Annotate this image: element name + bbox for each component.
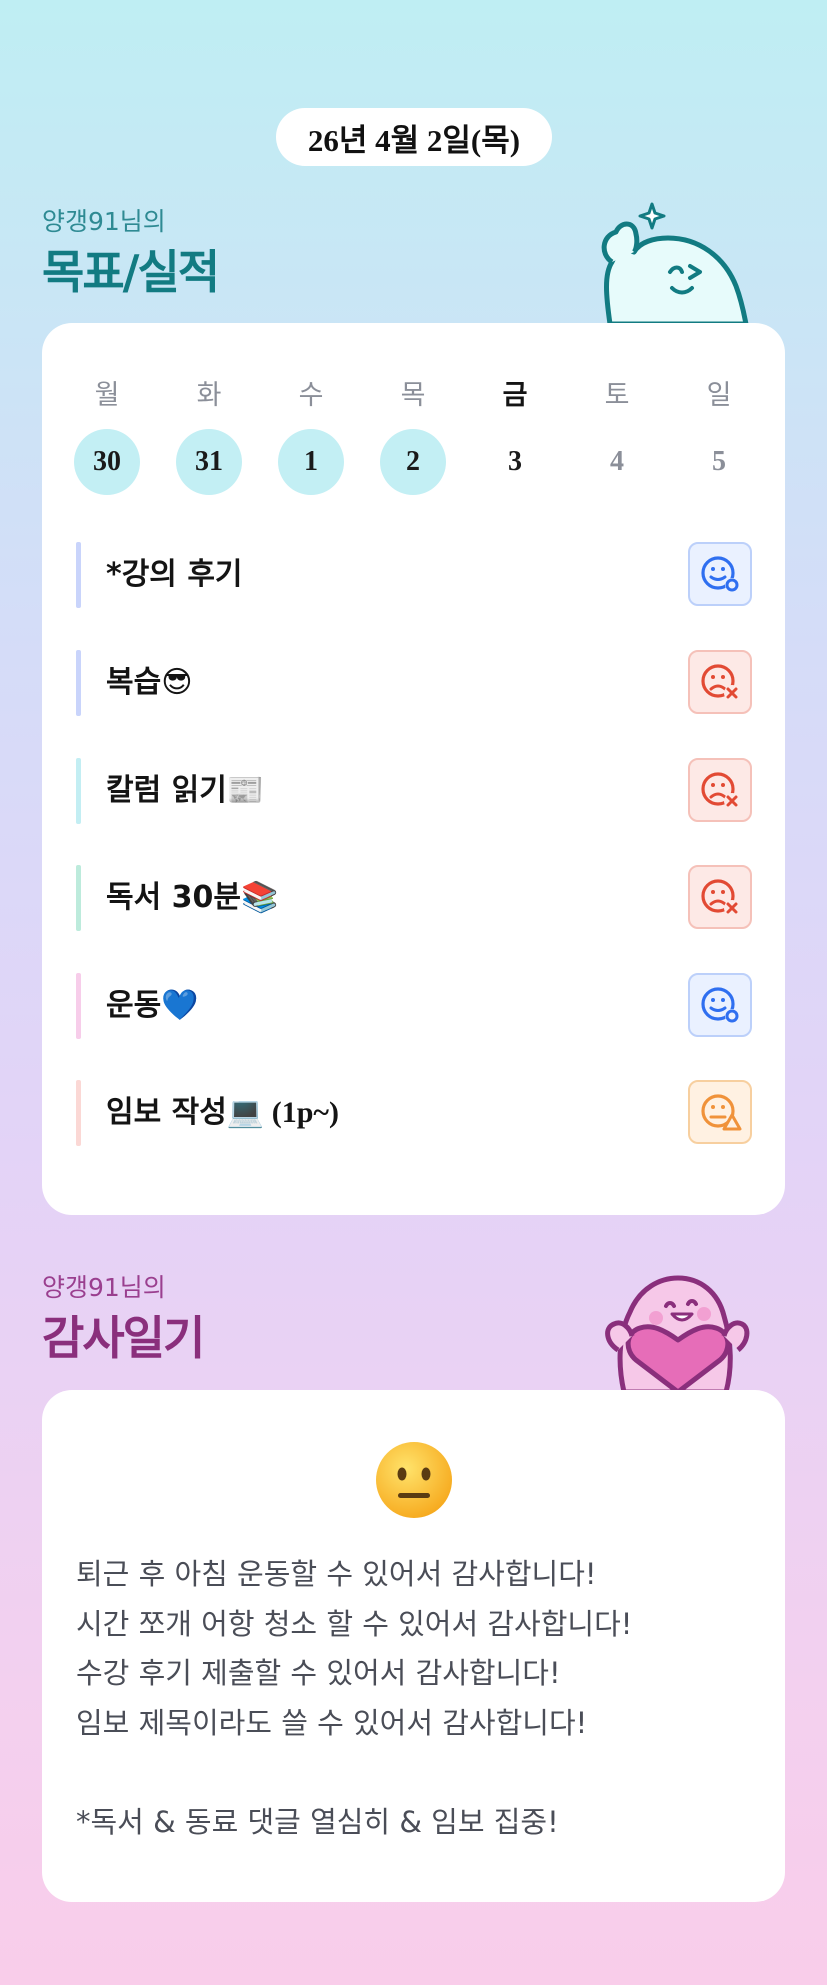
sunglasses-emoji-icon: 😎 [161,665,193,700]
goal-label: 독서 30분📚 [106,865,278,931]
status-button-smile-check[interactable] [688,973,752,1037]
day-name: 금 [502,380,528,411]
smile-check-icon [701,987,739,1023]
frown-x-icon [701,772,740,809]
thanks-title: 감사일기 [42,1311,205,1365]
goal-row[interactable]: 복습😎 [76,650,752,716]
goal-text: 복습 [106,665,162,700]
day-date: 31 [176,429,242,495]
goals-subtitle: 양갱91님의 [42,207,166,236]
day-date: 2 [380,429,446,495]
day-date: 3 [508,446,522,477]
goals-card: 월 30 화 31 수 1 목 2 금 3 토 4 일 5 *강의 후기 복습😎… [42,323,785,1215]
goal-suffix: (1p~) [264,1096,339,1129]
goal-label: 복습😎 [106,650,192,716]
goal-color-bar [76,758,81,824]
status-button-neutral-warning[interactable] [688,1080,752,1144]
goal-color-bar [76,865,81,931]
thanks-card: 퇴근 후 아침 운동할 수 있어서 감사합니다! 시간 쪼개 어항 청소 할 수… [42,1390,785,1902]
day-sat[interactable]: 토 4 [584,373,650,495]
diary-line [76,1748,766,1798]
goal-text: 운동 [106,988,162,1023]
goal-row[interactable]: *강의 후기 [76,542,752,608]
day-date: 30 [74,429,140,495]
goal-color-bar [76,542,81,608]
day-name: 목 [400,380,426,411]
mood-emoji [42,1440,785,1520]
goal-row[interactable]: 임보 작성💻 (1p~) [76,1080,752,1146]
frown-x-icon [701,879,740,916]
day-date: 4 [610,446,624,477]
goals-title: 목표/실적 [42,245,220,299]
day-name: 수 [298,380,324,411]
pink-mascot-icon [605,1275,750,1392]
status-button-smile-check[interactable] [688,542,752,606]
goal-row[interactable]: 독서 30분📚 [76,865,752,931]
neutral-warning-icon [701,1094,742,1131]
day-tue[interactable]: 화 31 [176,373,242,495]
day-name: 월 [94,380,120,411]
day-wed[interactable]: 수 1 [278,373,344,495]
diary-line: 수강 후기 제출할 수 있어서 감사합니다! [76,1656,561,1690]
day-name: 화 [196,380,222,411]
gratitude-diary: 퇴근 후 아침 운동할 수 있어서 감사합니다! 시간 쪼개 어항 청소 할 수… [76,1550,766,1847]
day-mon[interactable]: 월 30 [74,373,140,495]
status-button-frown-x[interactable] [688,758,752,822]
day-name: 일 [706,380,732,411]
newspaper-emoji-icon: 📰 [226,773,265,808]
goal-text: 임보 작성 [106,1095,227,1130]
day-date: 5 [712,446,726,477]
frown-x-icon [701,664,740,701]
goal-label: *강의 후기 [106,542,243,608]
smile-check-icon [701,556,739,592]
day-date: 1 [278,429,344,495]
diary-line: 퇴근 후 아침 운동할 수 있어서 감사합니다! [76,1557,597,1591]
goal-row[interactable]: 운동💙 [76,973,752,1039]
diary-line: 임보 제목이라도 쓸 수 있어서 감사합니다! [76,1705,588,1740]
goal-text: 독서 30분 [106,880,241,915]
day-thu[interactable]: 목 2 [380,373,446,495]
day-fri[interactable]: 금 3 [482,373,548,495]
goal-text: 칼럼 읽기 [106,773,227,808]
goal-row[interactable]: 칼럼 읽기📰 [76,758,752,824]
laptop-emoji-icon: 💻 [226,1095,265,1130]
books-emoji-icon: 📚 [241,880,279,915]
goal-text: *강의 후기 [106,557,243,592]
day-name: 토 [604,380,630,411]
diary-line: *독서 & 동료 댓글 열심히 & 임보 집중! [76,1804,559,1839]
neutral-face-icon [375,1442,452,1518]
thanks-subtitle: 양갱91님의 [42,1273,166,1302]
goal-color-bar [76,650,81,716]
goal-color-bar [76,1080,81,1146]
mint-mascot-icon [601,202,749,324]
status-button-frown-x[interactable] [688,865,752,929]
blue-heart-emoji-icon: 💙 [161,988,199,1023]
diary-line: 시간 쪼개 어항 청소 할 수 있어서 감사합니다! [76,1606,633,1641]
status-button-frown-x[interactable] [688,650,752,714]
day-sun[interactable]: 일 5 [686,373,752,495]
goal-label: 칼럼 읽기📰 [106,758,264,824]
goal-label: 임보 작성💻 (1p~) [106,1080,339,1146]
goal-label: 운동💙 [106,973,199,1039]
date-pill: 26년 4월 2일(목) [276,108,552,166]
goal-color-bar [76,973,81,1039]
